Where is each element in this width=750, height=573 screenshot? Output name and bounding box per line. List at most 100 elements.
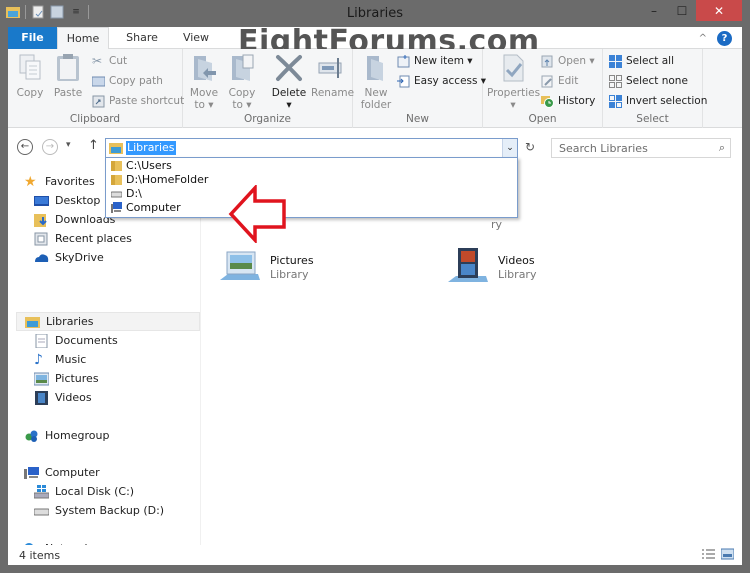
close-button[interactable]: ✕ xyxy=(696,0,742,21)
select-all-button[interactable]: Select all xyxy=(609,52,674,70)
select-none-icon xyxy=(609,74,622,88)
nav-label: SkyDrive xyxy=(55,251,104,264)
nav-local-disk-c[interactable]: Local Disk (C:) xyxy=(33,482,135,501)
address-dropdown-button[interactable]: ⌄ xyxy=(502,139,517,157)
window-client: File Home Share View EightForums.com ^ ?… xyxy=(8,24,742,565)
nav-label: Local Disk (C:) xyxy=(55,485,135,498)
library-name: Pictures xyxy=(270,254,314,267)
address-text[interactable]: Libraries xyxy=(126,141,176,155)
address-history-dropdown: C:\Users D:\HomeFolder D:\ Computer xyxy=(105,157,518,218)
properties-button[interactable]: Properties ▾ xyxy=(487,53,540,111)
library-type-partial: ry xyxy=(491,218,503,231)
select-none-label: Select none xyxy=(626,75,688,87)
library-type: Library xyxy=(270,268,309,281)
nav-favorites[interactable]: ★ Favorites xyxy=(24,172,95,191)
nav-libraries[interactable]: Libraries xyxy=(16,312,200,331)
nav-skydrive[interactable]: SkyDrive xyxy=(34,248,104,267)
address-bar[interactable]: Libraries ⌄ xyxy=(105,138,518,158)
up-button[interactable]: ↑ xyxy=(88,138,99,153)
open-button[interactable]: Open ▾ xyxy=(541,52,595,70)
nav-system-backup-d[interactable]: System Backup (D:) xyxy=(33,501,165,520)
nav-label: System Backup (D:) xyxy=(55,504,165,517)
easy-access-button[interactable]: Easy access ▾ xyxy=(397,72,486,90)
history-icon xyxy=(541,95,554,108)
recent-locations-button[interactable]: ▾ xyxy=(66,140,71,150)
downloads-icon xyxy=(34,213,49,227)
paste-shortcut-label: Paste shortcut xyxy=(109,95,185,107)
new-item-button[interactable]: New item ▾ xyxy=(397,52,473,70)
tab-file[interactable]: File xyxy=(8,27,57,49)
copy-to-button[interactable]: Copy to ▾ xyxy=(227,53,257,111)
back-button[interactable]: ← xyxy=(17,139,33,155)
copy-button[interactable]: Copy xyxy=(14,53,46,99)
group-label: Clipboard xyxy=(69,113,121,125)
delete-button[interactable]: Delete ▾ xyxy=(271,53,307,111)
move-to-label: Move to ▾ xyxy=(189,87,219,111)
move-to-button[interactable]: Move to ▾ xyxy=(189,53,219,111)
cut-button[interactable]: ✂ Cut xyxy=(92,52,127,70)
copy-icon xyxy=(16,53,44,83)
paste-shortcut-button[interactable]: Paste shortcut xyxy=(92,92,184,110)
group-organize: Move to ▾ Copy to ▾ Delete ▾ Rename Orga… xyxy=(183,49,355,128)
nav-label: Libraries xyxy=(46,315,94,328)
nav-pictures[interactable]: Pictures xyxy=(33,369,99,388)
paste-button[interactable]: Paste xyxy=(52,53,84,99)
pictures-icon xyxy=(33,372,50,386)
drive-icon xyxy=(33,504,50,518)
cut-label: Cut xyxy=(109,55,128,67)
history-item[interactable]: Computer xyxy=(106,200,517,214)
invert-selection-button[interactable]: Invert selection xyxy=(609,92,707,110)
history-item[interactable]: D:\HomeFolder xyxy=(106,172,517,186)
history-item[interactable]: C:\Users xyxy=(106,158,517,172)
edit-button[interactable]: Edit xyxy=(541,72,578,90)
easy-access-icon xyxy=(397,75,410,88)
select-none-button[interactable]: Select none xyxy=(609,72,688,90)
help-button[interactable]: ? xyxy=(717,31,732,46)
refresh-button[interactable]: ↻ xyxy=(523,140,537,154)
select-all-icon xyxy=(609,54,622,68)
desktop-icon xyxy=(34,194,49,208)
nav-label: Music xyxy=(55,353,87,366)
copy-to-icon xyxy=(228,53,256,83)
large-icons-view-button[interactable] xyxy=(720,548,735,560)
recent-places-icon xyxy=(34,232,49,246)
rename-button[interactable]: Rename xyxy=(311,53,355,99)
nav-recent-places[interactable]: Recent places xyxy=(34,229,132,248)
search-input[interactable]: Search Libraries xyxy=(559,142,648,155)
history-item-label: D:\HomeFolder xyxy=(126,172,209,186)
delete-icon xyxy=(275,53,303,83)
paste-icon xyxy=(54,53,82,83)
minimize-button[interactable]: – xyxy=(640,0,668,21)
new-folder-button[interactable]: New folder xyxy=(359,53,393,111)
nav-desktop[interactable]: Desktop xyxy=(34,191,100,210)
search-box[interactable]: Search Libraries ⌕ xyxy=(551,138,731,158)
edit-label: Edit xyxy=(558,75,579,87)
library-item-videos[interactable]: Videos Library xyxy=(446,248,536,288)
history-item[interactable]: D:\ xyxy=(106,186,517,200)
forward-button[interactable]: → xyxy=(42,139,58,155)
tab-view[interactable]: View xyxy=(172,27,220,49)
nav-computer[interactable]: Computer xyxy=(24,463,100,482)
nav-label: Recent places xyxy=(55,232,132,245)
nav-label: Desktop xyxy=(55,194,101,207)
tab-share[interactable]: Share xyxy=(118,27,166,49)
history-label: History xyxy=(558,95,596,107)
details-view-button[interactable] xyxy=(702,548,715,560)
nav-documents[interactable]: Documents xyxy=(34,331,118,350)
nav-videos[interactable]: Videos xyxy=(34,388,92,407)
library-item-pictures[interactable]: Pictures Library xyxy=(218,248,314,288)
history-button[interactable]: History xyxy=(541,92,595,110)
collapse-ribbon-button[interactable]: ^ xyxy=(699,33,707,44)
properties-icon xyxy=(499,53,527,83)
nav-music[interactable]: ♪ Music xyxy=(34,350,86,369)
select-all-label: Select all xyxy=(626,55,674,67)
copy-label: Copy xyxy=(16,87,44,99)
maximize-button[interactable]: ☐ xyxy=(668,0,696,21)
rename-label: Rename xyxy=(311,87,355,99)
nav-downloads[interactable]: Downloads xyxy=(34,210,115,229)
search-icon[interactable]: ⌕ xyxy=(719,141,725,155)
copy-path-button[interactable]: Copy path xyxy=(91,72,163,90)
library-type: Library xyxy=(498,268,537,281)
nav-homegroup[interactable]: Homegroup xyxy=(24,426,109,445)
tab-home[interactable]: Home xyxy=(57,27,109,50)
